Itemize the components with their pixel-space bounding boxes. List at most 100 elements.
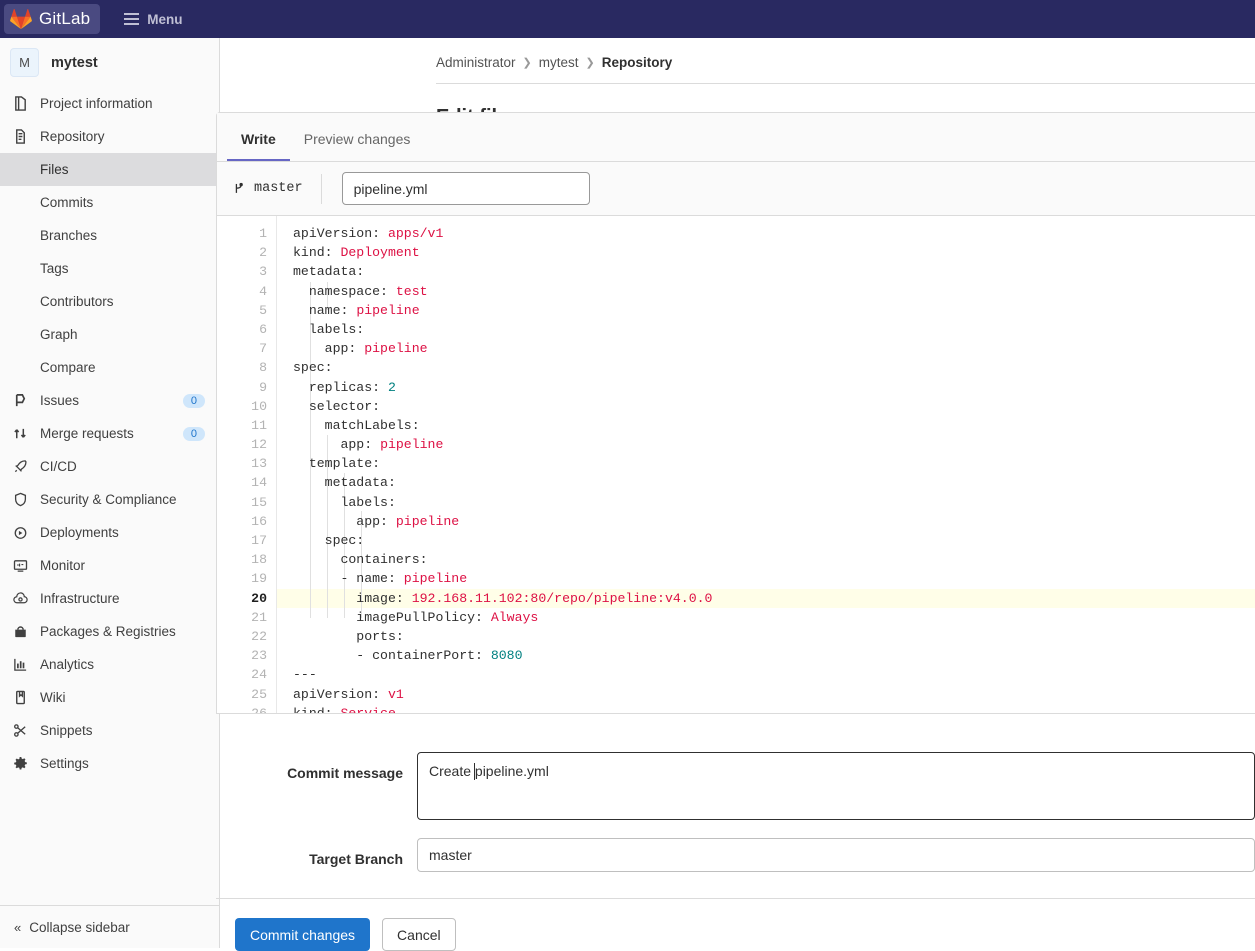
sidebar-item-label: Repository <box>40 129 105 144</box>
line-number: 8 <box>259 360 267 376</box>
repository-subnav: Files Commits Branches Tags Contributors… <box>0 153 219 384</box>
sidebar-item-security-compliance[interactable]: Security & Compliance <box>0 483 219 516</box>
code-line: spec: <box>293 360 333 376</box>
breadcrumb-separator-icon: ❯ <box>522 57 532 69</box>
code-line: metadata: <box>293 264 365 280</box>
sidebar-item-analytics[interactable]: Analytics <box>0 648 219 681</box>
line-number-gutter: 1 2 3 4 5 6 7 8 9 10 11 12 13 14 15 16 17 18 19 20 21 22 23 24 2… <box>217 216 277 713</box>
sidebar-item-project-information[interactable]: Project information <box>0 87 219 120</box>
line-number: 6 <box>259 321 267 337</box>
sidebar-item-contributors[interactable]: Contributors <box>0 285 219 318</box>
cancel-button[interactable]: Cancel <box>382 918 456 951</box>
breadcrumb-separator-icon: ❯ <box>585 57 595 69</box>
line-number: 5 <box>259 302 267 318</box>
sidebar-item-packages-registries[interactable]: Packages & Registries <box>0 615 219 648</box>
sidebar-item-graph[interactable]: Graph <box>0 318 219 351</box>
code-line: template: <box>293 456 381 472</box>
code-line: app: pipeline <box>293 437 444 453</box>
sidebar-item-merge-requests[interactable]: Merge requests 0 <box>0 417 219 450</box>
tab-preview-changes[interactable]: Preview changes <box>290 131 425 161</box>
sidebar-item-repository[interactable]: Repository <box>0 120 219 153</box>
sidebar-item-settings[interactable]: Settings <box>0 747 219 780</box>
book-icon <box>12 96 28 112</box>
code-editor[interactable]: 1 2 3 4 5 6 7 8 9 10 11 12 13 14 15 16 17 18 19 20 21 22 23 24 2… <box>217 216 1255 713</box>
file-name-input[interactable] <box>341 172 590 205</box>
line-number: 20 <box>251 590 267 606</box>
scissors-icon <box>12 723 28 739</box>
code-line: kind: Deployment <box>293 245 420 261</box>
sidebar-item-label: Deployments <box>40 525 119 540</box>
target-branch-label: Target Branch <box>309 851 403 867</box>
gear-icon <box>12 756 28 772</box>
sidebar-item-label: Analytics <box>40 657 95 672</box>
breadcrumb: Administrator ❯ mytest ❯ Repository <box>220 38 1255 70</box>
menu-label: Menu <box>147 11 183 27</box>
sidebar-project-header[interactable]: M mytest <box>0 38 219 87</box>
code-line: labels: <box>293 494 396 510</box>
commit-message-input[interactable] <box>417 752 1255 820</box>
code-line: - containerPort: 8080 <box>293 648 523 664</box>
commit-changes-button[interactable]: Commit changes <box>235 918 371 951</box>
sidebar-item-tags[interactable]: Tags <box>0 252 219 285</box>
code-line: app: pipeline <box>293 513 460 529</box>
line-number: 13 <box>251 456 267 472</box>
code-line: labels: <box>293 321 365 337</box>
sidebar-item-issues[interactable]: Issues 0 <box>0 384 219 417</box>
sidebar-item-commits[interactable]: Commits <box>0 186 219 219</box>
sidebar-item-deployments[interactable]: Deployments <box>0 516 219 549</box>
code-line: selector: <box>293 398 381 414</box>
line-number: 9 <box>259 379 267 395</box>
line-number: 12 <box>251 437 267 453</box>
collapse-sidebar-label: Collapse sidebar <box>29 919 130 935</box>
sidebar-item-files[interactable]: Files <box>0 153 219 186</box>
target-branch-row: Target Branch <box>216 825 1255 872</box>
line-number: 25 <box>251 686 267 702</box>
line-number: 1 <box>259 226 267 241</box>
package-icon <box>12 624 28 640</box>
code-text[interactable]: apiVersion: apps/v1 kind: Deployment metad… <box>277 216 1255 713</box>
tab-write[interactable]: Write <box>227 131 290 161</box>
wiki-icon <box>12 690 28 706</box>
cloud-icon <box>12 591 28 607</box>
sidebar-item-compare[interactable]: Compare <box>0 351 219 384</box>
branch-indicator: master <box>233 173 322 204</box>
sidebar-item-wiki[interactable]: Wiki <box>0 681 219 714</box>
sidebar-item-ci-cd[interactable]: CI/CD <box>0 450 219 483</box>
merge-requests-count-badge: 0 <box>182 426 205 441</box>
issues-icon <box>12 393 28 409</box>
line-number: 2 <box>259 245 267 261</box>
breadcrumb-item-administrator[interactable]: Administrator <box>436 55 516 70</box>
merge-request-icon <box>12 426 28 442</box>
main-menu-button[interactable]: Menu <box>118 4 188 34</box>
breadcrumb-item-mytest[interactable]: mytest <box>539 55 579 70</box>
line-number: 21 <box>251 609 267 625</box>
line-number: 22 <box>251 628 267 644</box>
sidebar-item-snippets[interactable]: Snippets <box>0 714 219 747</box>
code-line: --- <box>293 667 317 683</box>
sidebar-item-infrastructure[interactable]: Infrastructure <box>0 582 219 615</box>
sidebar-item-branches[interactable]: Branches <box>0 219 219 252</box>
branch-name: master <box>254 181 303 196</box>
code-line: ports: <box>293 628 404 644</box>
monitor-icon <box>12 558 28 574</box>
gitlab-brand[interactable]: GitLab <box>4 4 101 34</box>
sidebar-item-label: CI/CD <box>40 459 77 474</box>
document-icon <box>12 129 28 145</box>
editor-tab-bar: Write Preview changes <box>217 113 1255 162</box>
file-editor-card: Write Preview changes master 12345678910… <box>216 112 1255 714</box>
branch-icon <box>233 182 246 195</box>
line-number: 18 <box>251 552 267 568</box>
rocket-icon <box>12 459 28 475</box>
line-number: 15 <box>251 494 267 510</box>
collapse-sidebar-button[interactable]: « Collapse sidebar <box>0 905 219 948</box>
sub-item-label: Tags <box>40 261 69 276</box>
line-number: 10 <box>251 398 267 414</box>
code-line: imagePullPolicy: Always <box>293 609 539 625</box>
sidebar-item-monitor[interactable]: Monitor <box>0 549 219 582</box>
target-branch-input[interactable] <box>417 838 1255 872</box>
code-line: - name: pipeline <box>293 571 468 587</box>
commit-message-row: Commit message <box>216 752 1255 825</box>
sub-item-label: Files <box>40 162 69 177</box>
deployments-icon <box>12 525 28 541</box>
code-line: name: pipeline <box>293 302 420 318</box>
